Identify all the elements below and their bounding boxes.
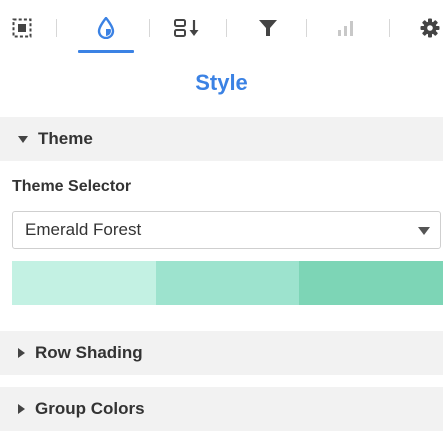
select-frame-icon[interactable] [10, 16, 34, 40]
section-header-row-shading[interactable]: Row Shading [0, 331, 443, 375]
caret-down-icon [18, 135, 28, 143]
color-swatch [155, 261, 300, 305]
chevron-down-icon [418, 227, 430, 235]
gear-icon[interactable] [418, 16, 442, 40]
caret-right-icon [18, 348, 25, 358]
section-label: Theme [38, 129, 93, 148]
theme-color-swatches [12, 261, 443, 305]
toolbar-separator [306, 19, 307, 37]
toolbar-separator [226, 19, 227, 37]
section-label: Group Colors [35, 399, 145, 418]
color-swatch [299, 261, 443, 305]
caret-right-icon [18, 404, 25, 414]
toolbar-separator [149, 19, 150, 37]
active-tab-indicator [78, 50, 134, 53]
section-header-theme[interactable]: Theme [0, 117, 443, 161]
section-header-group-colors[interactable]: Group Colors [0, 387, 443, 431]
theme-selector-label: Theme Selector [12, 178, 132, 195]
droplet-icon[interactable] [94, 16, 118, 40]
section-label: Row Shading [35, 343, 143, 362]
color-swatch [12, 261, 156, 305]
theme-selector-dropdown[interactable]: Emerald Forest [12, 211, 441, 249]
toolbar-separator [56, 19, 57, 37]
sort-icon[interactable] [172, 16, 202, 40]
bar-chart-icon [333, 16, 357, 40]
panel-title: Style [195, 70, 248, 95]
toolbar [0, 0, 443, 56]
filter-icon[interactable] [256, 16, 280, 40]
theme-selector-value: Emerald Forest [25, 220, 142, 239]
toolbar-separator [389, 19, 390, 37]
